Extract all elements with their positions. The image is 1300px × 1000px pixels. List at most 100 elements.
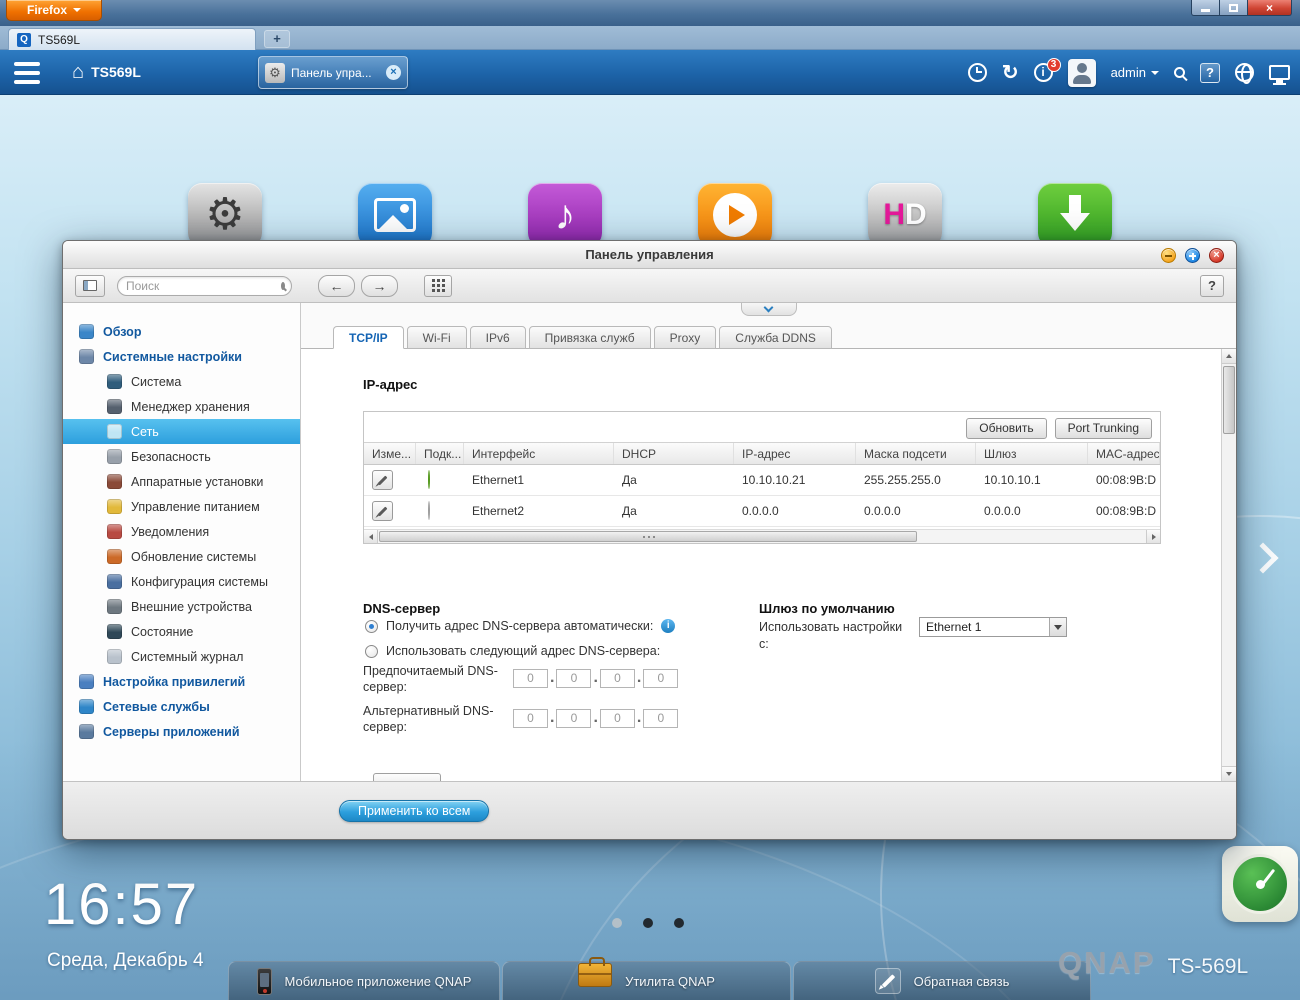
sidebar-toggle-button[interactable] — [75, 274, 105, 297]
sidebar-item-system-status[interactable]: Состояние — [63, 619, 300, 644]
refresh-button[interactable]: Обновить — [966, 418, 1047, 439]
back-button[interactable] — [318, 274, 355, 297]
partially-visible-button[interactable] — [373, 773, 441, 781]
dns-octet-input[interactable] — [556, 708, 592, 728]
dock-item[interactable]: Обратная связь — [793, 961, 1091, 1000]
gateway-interface-select[interactable]: Ethernet 1 — [919, 617, 1067, 637]
page-dot[interactable] — [643, 918, 653, 928]
dock-item[interactable]: Утилита QNAP — [502, 957, 791, 1000]
tab-tcp-ip[interactable]: TCP/IP — [333, 326, 404, 349]
background-tasks-icon[interactable] — [967, 63, 987, 82]
collapse-panel-button[interactable] — [740, 302, 797, 316]
sidebar-item-overview[interactable]: Обзор — [63, 319, 300, 344]
dashboard-widget-button[interactable] — [1222, 846, 1298, 922]
desktop-switch-icon[interactable] — [1269, 65, 1290, 85]
window-maximize-button[interactable] — [1185, 248, 1200, 263]
firefox-menu-button[interactable]: Firefox — [6, 0, 102, 21]
edit-button[interactable] — [372, 501, 393, 521]
window-minimize-button[interactable] — [1161, 248, 1176, 263]
radio-unselected-icon[interactable] — [365, 644, 378, 658]
header-actions: 3 admin ? — [967, 50, 1290, 95]
sidebar-item-storage-manager[interactable]: Менеджер хранения — [63, 394, 300, 419]
sidebar-item-external-device[interactable]: Внешние устройства — [63, 594, 300, 619]
page-dot[interactable] — [612, 918, 622, 928]
edit-button[interactable] — [372, 470, 393, 490]
scroll-up-icon[interactable] — [1222, 349, 1236, 364]
user-menu[interactable]: admin — [1111, 65, 1159, 80]
control-panel-task-tab[interactable]: Панель упра... — [258, 56, 408, 89]
tab-ddns[interactable]: Служба DDNS — [719, 326, 832, 349]
scrollbar-thumb[interactable] — [1223, 366, 1235, 434]
main-menu-button[interactable] — [14, 62, 50, 84]
search-box[interactable] — [117, 275, 292, 296]
port-trunking-button[interactable]: Port Trunking — [1054, 418, 1152, 439]
control-panel-titlebar[interactable]: Панель управления — [63, 241, 1236, 269]
dropdown-arrow-icon[interactable] — [1049, 618, 1066, 636]
sidebar-item-firmware-update[interactable]: Обновление системы — [63, 544, 300, 569]
page-dot[interactable] — [674, 918, 684, 928]
window-close-button[interactable] — [1209, 248, 1224, 263]
sidebar-item-power[interactable]: Управление питанием — [63, 494, 300, 519]
tab-service-binding[interactable]: Привязка служб — [528, 326, 651, 349]
globe-icon[interactable] — [1235, 63, 1254, 84]
notifications-button[interactable]: 3 — [1033, 58, 1061, 82]
video-station-app-icon[interactable] — [698, 183, 772, 247]
browser-minimize-button[interactable] — [1191, 0, 1220, 16]
music-station-app-icon[interactable] — [528, 183, 602, 247]
tab-proxy[interactable]: Proxy — [653, 326, 717, 349]
sidebar-item-network-services[interactable]: Сетевые службы — [63, 694, 300, 719]
dns-octet-input[interactable] — [599, 668, 635, 688]
pencil-icon — [377, 475, 388, 485]
sidebar-item-hardware[interactable]: Аппаратные установки — [63, 469, 300, 494]
sidebar-item-notification[interactable]: Уведомления — [63, 519, 300, 544]
sidebar-item-privilege[interactable]: Настройка привилегий — [63, 669, 300, 694]
browser-maximize-button[interactable] — [1220, 0, 1248, 16]
grid-view-button[interactable] — [424, 274, 452, 297]
hd-station-app-icon[interactable]: HD — [868, 183, 942, 247]
search-icon[interactable] — [1174, 67, 1185, 78]
forward-button[interactable] — [361, 274, 398, 297]
help-button[interactable]: ? — [1200, 274, 1224, 297]
sidebar-item-network[interactable]: Сеть — [63, 419, 300, 444]
tab-wifi[interactable]: Wi-Fi — [406, 326, 467, 349]
dns-octet-input[interactable] — [513, 708, 548, 728]
new-tab-button[interactable]: + — [264, 30, 290, 48]
scrollbar-thumb[interactable] — [379, 531, 917, 542]
avatar[interactable] — [1067, 58, 1096, 87]
dns-octet-input[interactable] — [599, 708, 635, 728]
tab-ipv6[interactable]: IPv6 — [469, 326, 526, 349]
browser-close-button[interactable]: × — [1248, 0, 1292, 16]
dns-octet-input[interactable] — [556, 668, 592, 688]
dns-octet-input[interactable] — [643, 708, 679, 728]
info-icon[interactable] — [661, 619, 676, 633]
sidebar-item-system[interactable]: Система — [63, 369, 300, 394]
sidebar-item-label: Уведомления — [131, 524, 210, 539]
download-station-app-icon[interactable] — [1038, 183, 1112, 247]
photo-station-app-icon[interactable] — [358, 183, 432, 247]
vertical-scrollbar[interactable] — [1221, 349, 1236, 781]
sidebar-item-application-servers[interactable]: Серверы приложений — [63, 719, 300, 744]
scroll-right-icon[interactable] — [1146, 530, 1160, 543]
sidebar-item-backup-restore[interactable]: Конфигурация системы — [63, 569, 300, 594]
sidebar-item-system-logs[interactable]: Системный журнал — [63, 644, 300, 669]
dns-manual-option[interactable]: Использовать следующий адрес DNS-сервера… — [365, 644, 660, 658]
settings-app-icon[interactable] — [188, 183, 262, 247]
dock-item[interactable]: Мобильное приложение QNAP — [228, 961, 500, 1000]
sidebar-item-system-settings[interactable]: Системные настройки — [63, 344, 300, 369]
apply-to-all-button[interactable]: Применить ко всем — [339, 800, 490, 822]
radio-selected-icon[interactable] — [365, 619, 378, 633]
dns-octet-input[interactable] — [643, 668, 679, 688]
restart-icon[interactable] — [1002, 63, 1019, 83]
search-input[interactable] — [126, 278, 281, 293]
horizontal-scrollbar[interactable] — [364, 529, 1160, 543]
dns-octet-input[interactable] — [513, 668, 548, 688]
task-tab-close-icon[interactable] — [386, 65, 401, 80]
next-page-chevron-icon[interactable] — [1247, 542, 1279, 574]
dns-auto-option[interactable]: Получить адрес DNS-сервера автоматически… — [365, 619, 676, 633]
scroll-down-icon[interactable] — [1222, 766, 1236, 781]
home-button[interactable]: TS569L — [72, 60, 141, 84]
scroll-left-icon[interactable] — [364, 530, 378, 543]
sidebar-item-security[interactable]: Безопасность — [63, 444, 300, 469]
browser-tab[interactable]: TS569L — [8, 28, 256, 50]
help-button[interactable]: ? — [1200, 62, 1220, 83]
